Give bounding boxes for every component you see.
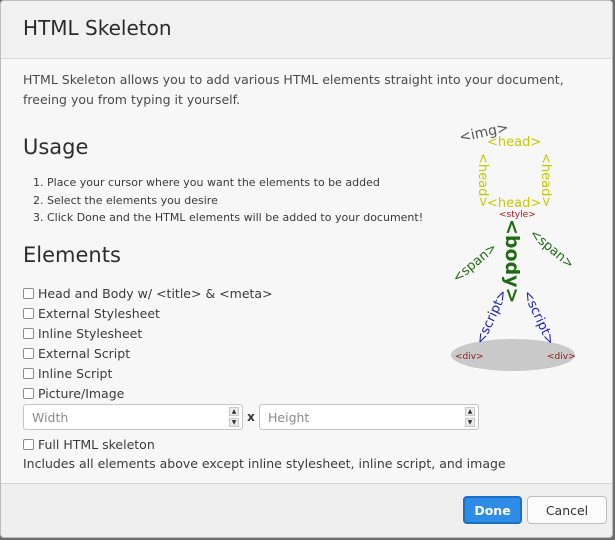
script-tag-left: <script> xyxy=(473,288,511,347)
external-stylesheet-checkbox[interactable] xyxy=(23,307,34,319)
usage-steps: Place your cursor where you want the ele… xyxy=(23,174,477,227)
head-body-checkbox[interactable] xyxy=(23,287,34,299)
option-label: Inline Script xyxy=(38,365,113,381)
option-head-body[interactable]: Head and Body w/ <title> & <meta> xyxy=(23,283,443,303)
skeleton-illustration: <img> <head> <head> <head> <head> <style… xyxy=(450,120,577,371)
width-increment-button[interactable]: ▲ xyxy=(229,407,239,416)
span-tag-left: <span> xyxy=(450,240,500,286)
option-inline-stylesheet[interactable]: Inline Stylesheet xyxy=(23,323,443,343)
height-spinner-buttons: ▲ ▼ xyxy=(465,407,475,427)
intro-text: HTML Skeleton allows you to add various … xyxy=(23,72,564,107)
usage-heading: Usage xyxy=(23,135,89,159)
done-button[interactable]: Done xyxy=(463,496,522,524)
dialog-title: HTML Skeleton xyxy=(23,16,172,40)
span-tag-right: <span> xyxy=(526,227,576,273)
dimension-separator: x xyxy=(247,410,255,424)
usage-step: Click Done and the HTML elements will be… xyxy=(47,209,477,227)
full-skeleton-checkbox[interactable] xyxy=(23,438,34,450)
height-input[interactable] xyxy=(266,408,450,426)
inline-stylesheet-checkbox[interactable] xyxy=(23,327,34,339)
option-label: Head and Body w/ <title> & <meta> xyxy=(38,285,273,301)
elements-heading: Elements xyxy=(23,243,121,267)
external-script-checkbox[interactable] xyxy=(23,347,34,359)
full-skeleton-note: Includes all elements above except inlin… xyxy=(23,456,506,471)
cancel-button[interactable]: Cancel xyxy=(527,496,607,524)
option-label: External Stylesheet xyxy=(38,305,160,321)
head-tag-top: <head> xyxy=(487,135,541,150)
width-spinner[interactable]: ▲ ▼ xyxy=(23,404,243,430)
image-dimensions-row: ▲ ▼ x ▲ ▼ xyxy=(23,404,479,430)
height-increment-button[interactable]: ▲ xyxy=(465,407,475,416)
width-input[interactable] xyxy=(30,408,214,426)
html-skeleton-dialog: HTML Skeleton HTML Skeleton allows you t… xyxy=(0,0,613,538)
dialog-header: HTML Skeleton xyxy=(1,1,612,59)
option-label: External Script xyxy=(38,345,131,361)
height-decrement-button[interactable]: ▼ xyxy=(465,418,475,427)
width-decrement-button[interactable]: ▼ xyxy=(229,418,239,427)
width-spinner-buttons: ▲ ▼ xyxy=(229,407,239,427)
option-full-skeleton[interactable]: Full HTML skeleton xyxy=(23,434,155,454)
body-tag: <body> xyxy=(501,219,523,303)
div-tag-right: <div> xyxy=(547,352,576,362)
head-tag-bottom: <head> xyxy=(487,196,541,211)
option-label: Full HTML skeleton xyxy=(38,436,155,452)
elements-checklist: Head and Body w/ <title> & <meta> Extern… xyxy=(23,283,443,403)
usage-step: Select the elements you desire xyxy=(47,192,477,210)
div-tag-left: <div> xyxy=(455,352,484,362)
option-external-stylesheet[interactable]: External Stylesheet xyxy=(23,303,443,323)
inline-script-checkbox[interactable] xyxy=(23,367,34,379)
option-picture-image[interactable]: Picture/Image xyxy=(23,383,443,403)
option-label: Inline Stylesheet xyxy=(38,325,143,341)
usage-step: Place your cursor where you want the ele… xyxy=(47,174,477,192)
height-spinner[interactable]: ▲ ▼ xyxy=(259,404,479,430)
dialog-footer: Done Cancel xyxy=(1,483,612,537)
option-label: Picture/Image xyxy=(38,385,125,401)
script-tag-right: <script> xyxy=(519,288,557,347)
option-inline-script[interactable]: Inline Script xyxy=(23,363,443,383)
option-external-script[interactable]: External Script xyxy=(23,343,443,363)
picture-image-checkbox[interactable] xyxy=(23,387,34,399)
